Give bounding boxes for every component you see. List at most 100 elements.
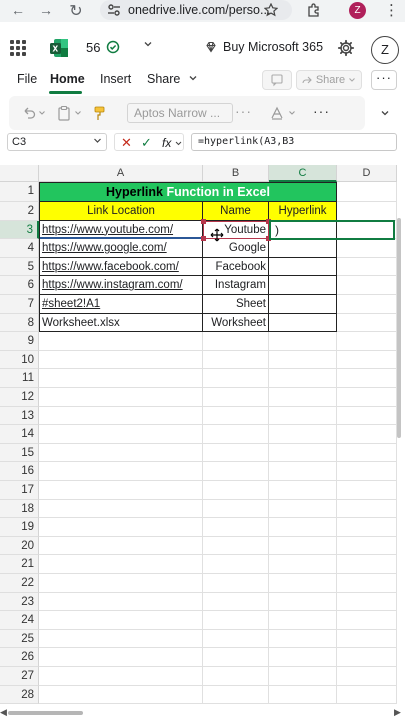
empty-cell[interactable] bbox=[269, 443, 337, 463]
empty-cell[interactable] bbox=[337, 574, 397, 593]
empty-cell[interactable] bbox=[269, 685, 337, 705]
empty-cell[interactable] bbox=[39, 406, 203, 426]
cancel-edit-icon[interactable]: ✕ bbox=[121, 135, 132, 151]
font-more-button[interactable]: ··· bbox=[235, 103, 252, 119]
empty-cell[interactable] bbox=[39, 592, 203, 612]
app-launcher-icon[interactable] bbox=[10, 40, 26, 56]
empty-cell[interactable] bbox=[337, 499, 397, 519]
empty-cell[interactable] bbox=[203, 406, 269, 426]
empty-cell[interactable] bbox=[203, 425, 269, 444]
gear-icon[interactable] bbox=[337, 39, 355, 57]
undo-icon[interactable] bbox=[21, 105, 37, 121]
empty-cell[interactable] bbox=[269, 629, 337, 649]
empty-cell[interactable] bbox=[337, 648, 397, 667]
header-cell-a2[interactable]: Link Location bbox=[39, 202, 203, 221]
column-header-d[interactable]: D bbox=[337, 165, 397, 182]
empty-cell[interactable] bbox=[269, 425, 337, 444]
empty-cell[interactable] bbox=[337, 629, 397, 649]
empty-cell[interactable] bbox=[203, 611, 269, 630]
cell-c7[interactable] bbox=[269, 295, 337, 314]
paste-icon[interactable] bbox=[57, 105, 71, 121]
name-box[interactable]: C3 bbox=[7, 133, 107, 151]
empty-cell[interactable] bbox=[269, 406, 337, 426]
cell-d1[interactable] bbox=[337, 182, 397, 202]
empty-cell[interactable] bbox=[269, 648, 337, 667]
empty-cell[interactable] bbox=[337, 406, 397, 426]
empty-cell[interactable] bbox=[39, 443, 203, 463]
row-header-23[interactable]: 23 bbox=[0, 592, 39, 612]
empty-cell[interactable] bbox=[269, 574, 337, 593]
cell-d5[interactable] bbox=[337, 257, 397, 277]
empty-cell[interactable] bbox=[203, 518, 269, 537]
empty-cell[interactable] bbox=[337, 592, 397, 612]
toolbar-more-button[interactable]: ··· bbox=[313, 103, 330, 119]
empty-cell[interactable] bbox=[203, 462, 269, 481]
cell-d6[interactable] bbox=[337, 276, 397, 295]
text-orientation-icon[interactable] bbox=[269, 105, 285, 121]
cell-a5[interactable]: https://www.facebook.com/ bbox=[39, 257, 203, 277]
empty-cell[interactable] bbox=[203, 499, 269, 519]
row-header-20[interactable]: 20 bbox=[0, 536, 39, 556]
tabs-overflow-chevron-icon[interactable] bbox=[188, 73, 198, 83]
empty-cell[interactable] bbox=[39, 629, 203, 649]
insert-function-icon[interactable]: fx bbox=[162, 136, 171, 150]
cell-d2[interactable] bbox=[337, 202, 397, 221]
row-header-9[interactable]: 9 bbox=[0, 332, 39, 351]
tab-home[interactable]: Home bbox=[50, 72, 85, 86]
empty-cell[interactable] bbox=[269, 592, 337, 612]
row-header-6[interactable]: 6 bbox=[0, 276, 39, 295]
empty-cell[interactable] bbox=[337, 350, 397, 370]
empty-cell[interactable] bbox=[39, 555, 203, 574]
row-header-28[interactable]: 28 bbox=[0, 685, 39, 705]
scroll-right-icon[interactable]: ▶ bbox=[394, 707, 401, 718]
ref-handle[interactable] bbox=[201, 219, 206, 224]
row-header-16[interactable]: 16 bbox=[0, 462, 39, 481]
empty-cell[interactable] bbox=[337, 369, 397, 388]
empty-cell[interactable] bbox=[203, 629, 269, 649]
empty-cell[interactable] bbox=[203, 332, 269, 351]
cell-b5[interactable]: Facebook bbox=[203, 257, 269, 277]
row-header-12[interactable]: 12 bbox=[0, 388, 39, 407]
cell-a8[interactable]: Worksheet.xlsx bbox=[39, 313, 203, 333]
row-header-15[interactable]: 15 bbox=[0, 443, 39, 463]
empty-cell[interactable] bbox=[39, 667, 203, 686]
empty-cell[interactable] bbox=[39, 369, 203, 388]
header-cell-b2[interactable]: Name bbox=[203, 202, 269, 221]
cell-d8[interactable] bbox=[337, 313, 397, 333]
tab-file[interactable]: File bbox=[17, 72, 37, 86]
empty-cell[interactable] bbox=[337, 685, 397, 705]
empty-cell[interactable] bbox=[39, 481, 203, 500]
document-title[interactable]: 56 bbox=[86, 40, 100, 55]
scroll-left-icon[interactable]: ◀ bbox=[0, 707, 7, 718]
vertical-scrollbar[interactable] bbox=[397, 218, 401, 438]
format-painter-icon[interactable] bbox=[93, 105, 107, 121]
row-header-11[interactable]: 11 bbox=[0, 369, 39, 388]
cell-a6[interactable]: https://www.instagram.com/ bbox=[39, 276, 203, 295]
empty-cell[interactable] bbox=[203, 536, 269, 556]
more-options-button[interactable]: ··· bbox=[371, 70, 397, 90]
row-header-3[interactable]: 3 bbox=[0, 220, 39, 240]
cell-d4[interactable] bbox=[337, 239, 397, 258]
empty-cell[interactable] bbox=[337, 332, 397, 351]
empty-cell[interactable] bbox=[269, 350, 337, 370]
empty-cell[interactable] bbox=[39, 518, 203, 537]
cell-b7[interactable]: Sheet bbox=[203, 295, 269, 314]
formula-input[interactable]: =hyperlink(A3,B3 bbox=[191, 133, 397, 151]
chevron-down-icon[interactable] bbox=[93, 136, 102, 145]
empty-cell[interactable] bbox=[337, 388, 397, 407]
row-header-8[interactable]: 8 bbox=[0, 313, 39, 333]
cell-c6[interactable] bbox=[269, 276, 337, 295]
browser-profile-avatar[interactable]: Z bbox=[349, 0, 366, 20]
empty-cell[interactable] bbox=[39, 499, 203, 519]
select-all-corner[interactable] bbox=[0, 165, 39, 182]
cell-c4[interactable] bbox=[269, 239, 337, 258]
empty-cell[interactable] bbox=[337, 481, 397, 500]
paste-dropdown-chevron-icon[interactable] bbox=[74, 109, 82, 117]
empty-cell[interactable] bbox=[203, 555, 269, 574]
empty-cell[interactable] bbox=[39, 388, 203, 407]
empty-cell[interactable] bbox=[337, 536, 397, 556]
empty-cell[interactable] bbox=[337, 555, 397, 574]
row-header-19[interactable]: 19 bbox=[0, 518, 39, 537]
fx-dropdown-chevron-icon[interactable] bbox=[175, 140, 182, 147]
row-header-24[interactable]: 24 bbox=[0, 611, 39, 630]
